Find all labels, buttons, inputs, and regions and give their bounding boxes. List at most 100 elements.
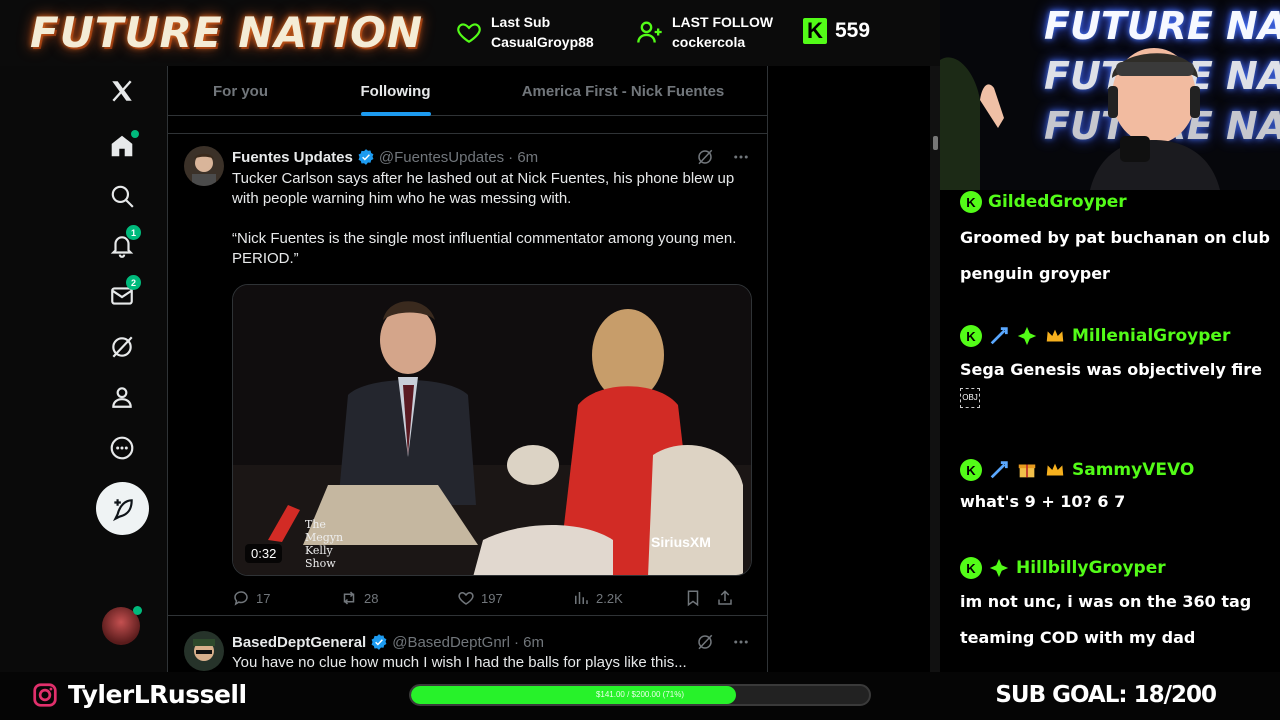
- reply-count: 17: [256, 590, 271, 606]
- chat-username[interactable]: MillenialGroyper: [1072, 326, 1230, 346]
- last-follow-alert: LAST FOLLOW cockercola: [636, 12, 773, 52]
- social-handle: TylerLRussell: [32, 680, 247, 709]
- grok-icon[interactable]: [696, 148, 714, 166]
- nav-grok[interactable]: [107, 332, 137, 362]
- scrollbar-thumb[interactable]: [933, 136, 938, 150]
- video-duration: 0:32: [245, 544, 283, 563]
- nav-messages[interactable]: 2: [107, 275, 141, 311]
- twitter-window: 1 2 For you Following America First - Ni…: [0, 66, 940, 672]
- stream-chat: K GildedGroyper Groomed by pat buchanan …: [940, 190, 1280, 672]
- online-dot: [133, 606, 142, 615]
- tweet-avatar[interactable]: [184, 631, 224, 671]
- tweet[interactable]: Fuentes Updates @FuentesUpdates · 6m Tuc…: [168, 136, 767, 616]
- chat-username-row: K MillenialGroyper: [960, 324, 1270, 348]
- last-sub-label: Last Sub: [491, 14, 551, 30]
- share-button[interactable]: [716, 589, 734, 607]
- views-button[interactable]: 2.2K: [572, 589, 684, 607]
- scrollbar[interactable]: [930, 66, 940, 672]
- timeline[interactable]: For you Following America First - Nick F…: [167, 66, 768, 672]
- last-follow-label: LAST FOLLOW: [672, 14, 774, 30]
- instagram-handle: TylerLRussell: [68, 680, 247, 709]
- more-icon[interactable]: [732, 148, 750, 166]
- donation-goal-text: $141.00 / $200.00 (71%): [595, 690, 685, 699]
- chat-username-row: K HillbillyGroyper: [960, 556, 1270, 580]
- heart-icon: [458, 591, 474, 605]
- gift-badge-icon: [1018, 464, 1036, 478]
- tweet-author-name[interactable]: Fuentes Updates: [232, 149, 353, 166]
- future-nation-logo: FUTURE NATION: [30, 8, 423, 57]
- kick-viewer-count: K 559: [803, 18, 870, 44]
- grok-icon: [112, 336, 133, 358]
- home-icon: [111, 135, 133, 157]
- chat-username[interactable]: GildedGroyper: [988, 192, 1127, 212]
- chat-text: im not unc, i was on the 360 tag teaming…: [960, 592, 1252, 647]
- chat-message: K MillenialGroyper Sega Genesis was obje…: [960, 324, 1270, 408]
- tweet-handle[interactable]: @FuentesUpdates: [379, 149, 504, 166]
- tweet-quote-text: “Nick Fuentes is the single most influen…: [232, 230, 737, 267]
- tweet-author-name[interactable]: BasedDeptGeneral: [232, 634, 366, 651]
- home-dot: [131, 130, 139, 138]
- tab-following[interactable]: Following: [313, 66, 478, 116]
- compose-post-button[interactable]: [96, 482, 149, 535]
- tweet-time[interactable]: · 6m: [514, 634, 544, 651]
- views-icon: [575, 592, 588, 604]
- more-circle-icon: [110, 436, 134, 460]
- chat-username-row: K GildedGroyper: [960, 190, 1270, 214]
- tweet-header: BasedDeptGeneral @BasedDeptGnrl · 6m: [232, 633, 544, 651]
- viewer-count: 559: [835, 19, 871, 42]
- tweet-header-actions: [696, 148, 750, 166]
- tweet-actions: 17 28 197 2.2K: [232, 588, 752, 608]
- tweet-text: Tucker Carlson says after he lashed out …: [232, 170, 735, 207]
- kick-badge-icon: K: [960, 191, 982, 213]
- tweet-avatar[interactable]: [184, 146, 224, 186]
- like-button[interactable]: 197: [457, 589, 572, 607]
- timeline-tabs: For you Following America First - Nick F…: [168, 66, 767, 116]
- stream-top-bar: FUTURE NATION Last Sub CasualGroyp88 LAS…: [0, 0, 940, 66]
- nav-more[interactable]: [107, 433, 137, 463]
- chat-text: what's 9 + 10? 6 7: [960, 492, 1126, 511]
- streamer-silhouette: [940, 48, 1220, 190]
- repost-button[interactable]: 28: [340, 589, 457, 607]
- kick-badge-icon: K: [960, 459, 982, 481]
- tab-america-first[interactable]: America First - Nick Fuentes: [478, 66, 767, 116]
- nav-profile[interactable]: [107, 382, 137, 412]
- x-logo-icon[interactable]: [107, 76, 137, 106]
- account-avatar[interactable]: [102, 606, 142, 645]
- tweet-time[interactable]: · 6m: [508, 149, 538, 166]
- nav-notifications[interactable]: 1: [107, 225, 141, 261]
- tweet-handle[interactable]: @BasedDeptGnrl: [392, 634, 510, 651]
- nav-explore[interactable]: [107, 181, 137, 211]
- messages-badge: 2: [126, 275, 141, 290]
- left-nav: 1 2: [0, 66, 167, 672]
- tweet[interactable]: BasedDeptGeneral @BasedDeptGnrl · 6m You…: [168, 621, 767, 672]
- tweet-header: Fuentes Updates @FuentesUpdates · 6m: [232, 148, 538, 166]
- grok-icon[interactable]: [696, 633, 714, 651]
- sub-goal: SUB GOAL: 18/200: [995, 682, 1217, 708]
- previous-post-edge: [168, 116, 767, 134]
- views-count: 2.2K: [596, 590, 623, 606]
- donation-goal-bar: $141.00 / $200.00 (71%): [409, 684, 871, 706]
- gem-badge-icon: [1017, 326, 1037, 346]
- reply-icon: [234, 591, 248, 606]
- chat-username[interactable]: SammyVEVO: [1072, 460, 1194, 480]
- nav-home[interactable]: [107, 130, 139, 161]
- megyn-kelly-watermark-3: Kelly: [305, 544, 333, 557]
- megyn-kelly-watermark-2: Megyn: [305, 531, 343, 544]
- tweet-video[interactable]: The Megyn Kelly Show SiriusXM 0:32: [232, 284, 752, 576]
- bookmark-icon: [687, 590, 699, 607]
- sword-badge-icon: [990, 461, 1008, 479]
- like-count: 197: [481, 590, 503, 606]
- chat-username[interactable]: HillbillyGroyper: [1016, 558, 1166, 578]
- more-icon[interactable]: [732, 633, 750, 651]
- tab-for-you[interactable]: For you: [168, 66, 313, 116]
- reply-button[interactable]: 17: [232, 589, 340, 607]
- feather-plus-icon: [112, 498, 133, 521]
- bookmark-button[interactable]: [684, 589, 716, 607]
- search-icon: [111, 185, 134, 208]
- crown-badge-icon: [1046, 463, 1064, 476]
- chat-message: K HillbillyGroyper im not unc, i was on …: [960, 556, 1270, 656]
- video-frame: The Megyn Kelly Show SiriusXM: [233, 285, 751, 575]
- verified-badge-icon: [371, 634, 387, 650]
- tweet-header-actions: [696, 633, 750, 651]
- last-sub-name: CasualGroyp88: [491, 34, 594, 50]
